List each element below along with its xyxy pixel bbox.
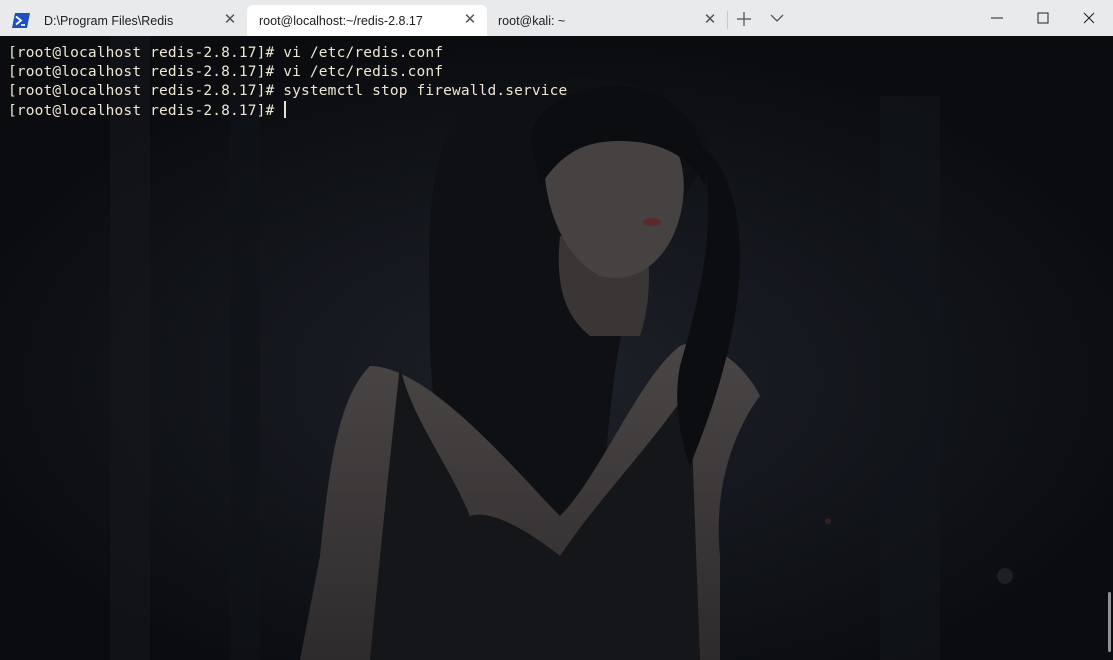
tab-bar: D:\Program Files\Redis ✕ root@localhost:… [0, 0, 1113, 36]
shell-prompt: [root@localhost redis-2.8.17]# [8, 83, 275, 99]
terminal-line: [root@localhost redis-2.8.17]# [8, 101, 567, 120]
close-icon [1083, 12, 1095, 24]
maximize-icon [1037, 12, 1049, 24]
background-wallpaper [0, 36, 1113, 660]
powershell-icon [12, 13, 30, 28]
tab-close-icon[interactable]: ✕ [702, 12, 718, 28]
maximize-button[interactable] [1020, 0, 1066, 36]
tab-label: D:\Program Files\Redis [44, 14, 174, 28]
new-tab-plus-icon[interactable] [735, 10, 753, 28]
minimize-button[interactable] [974, 0, 1020, 36]
terminal-line: [root@localhost redis-2.8.17]# vi /etc/r… [8, 63, 567, 82]
tab-separator [727, 11, 728, 29]
tab-label: root@kali: ~ [498, 14, 566, 28]
tab-redis[interactable]: root@localhost:~/redis-2.8.17 ✕ [247, 5, 487, 36]
shell-prompt: [root@localhost redis-2.8.17]# [8, 64, 275, 80]
shell-command: vi /etc/redis.conf [274, 45, 444, 61]
terminal-line: [root@localhost redis-2.8.17]# vi /etc/r… [8, 44, 567, 63]
shell-prompt: [root@localhost redis-2.8.17]# [8, 45, 275, 61]
tab-label: root@localhost:~/redis-2.8.17 [259, 14, 423, 28]
window-close-button[interactable] [1066, 0, 1112, 36]
tab-close-icon[interactable]: ✕ [222, 12, 238, 28]
shell-command [274, 103, 283, 119]
tab-close-icon[interactable]: ✕ [462, 12, 478, 28]
minimize-icon [991, 17, 1003, 19]
chevron-down-icon[interactable] [770, 12, 784, 24]
terminal-window: D:\Program Files\Redis ✕ root@localhost:… [0, 0, 1113, 660]
shell-command: vi /etc/redis.conf [274, 64, 444, 80]
terminal-output: [root@localhost redis-2.8.17]# vi /etc/r… [8, 44, 567, 120]
scrollbar-thumb[interactable] [1108, 592, 1111, 652]
terminal-line: [root@localhost redis-2.8.17]# systemctl… [8, 82, 567, 101]
shell-command: systemctl stop firewalld.service [274, 83, 568, 99]
tab-powershell[interactable]: D:\Program Files\Redis ✕ [0, 5, 246, 36]
tab-kali[interactable]: root@kali: ~ ✕ [488, 5, 726, 36]
text-cursor [284, 101, 286, 118]
terminal-pane[interactable]: [root@localhost redis-2.8.17]# vi /etc/r… [0, 36, 1113, 660]
shell-prompt: [root@localhost redis-2.8.17]# [8, 103, 275, 119]
